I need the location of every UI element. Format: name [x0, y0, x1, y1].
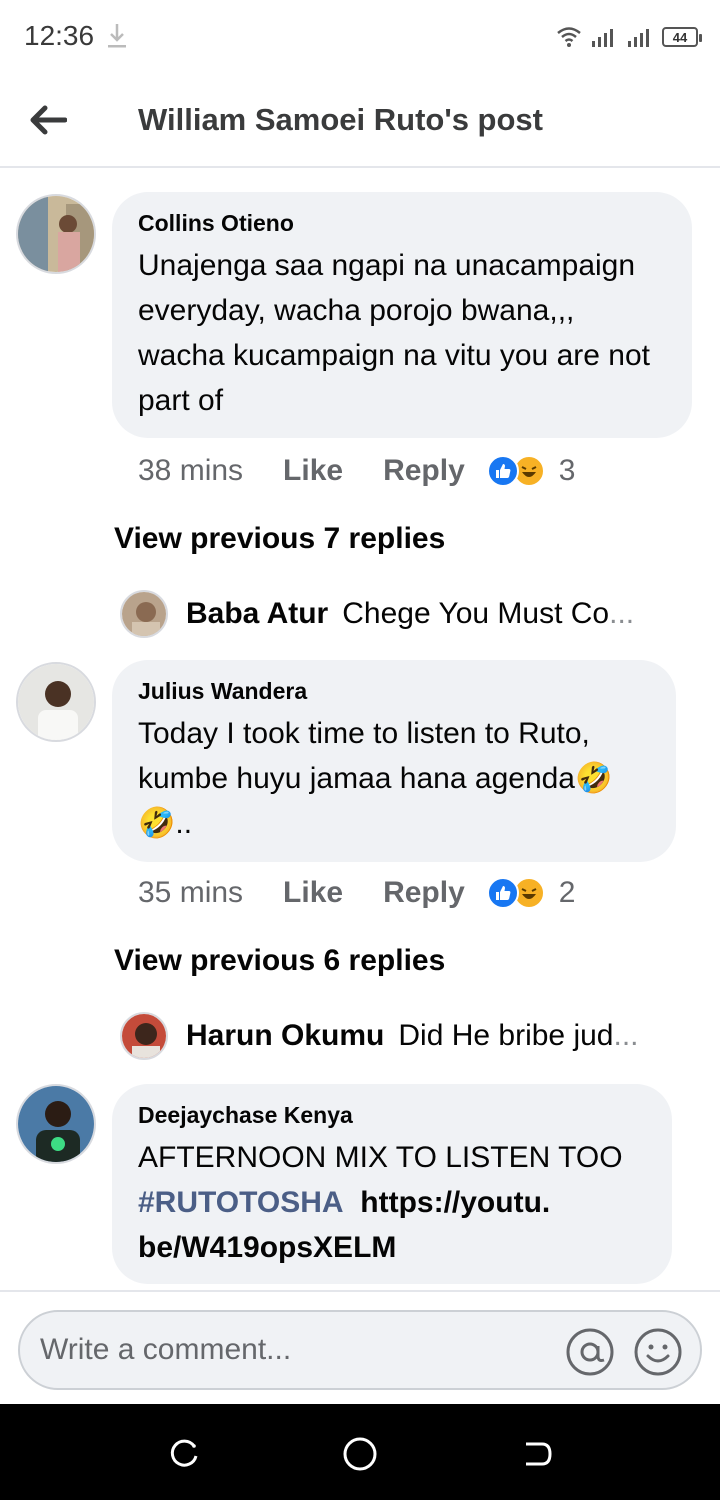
back-nav-icon[interactable] [516, 1434, 556, 1474]
smiley-icon[interactable] [632, 1326, 684, 1378]
avatar-photo [18, 196, 94, 272]
reply-preview: Did He bribe jud [398, 1019, 614, 1052]
status-indicators: 44 [556, 24, 702, 50]
download-icon [108, 24, 126, 48]
latest-reply[interactable]: Baba Atur Chege You Must Co... [120, 589, 634, 639]
view-previous-replies[interactable]: View previous 6 replies [114, 944, 445, 978]
system-nav-bar [0, 1404, 720, 1500]
reply-author: Harun Okumu [186, 1019, 385, 1052]
reply-button[interactable]: Reply [383, 876, 465, 910]
comment-text-main: Today I took time to listen to Ruto, kum… [138, 717, 590, 795]
avatar[interactable] [16, 194, 96, 274]
avatar-photo [18, 1086, 94, 1162]
reply-button[interactable]: Reply [383, 454, 465, 488]
youtube-link-cont[interactable]: be/W419opsXELM [138, 1225, 646, 1270]
like-button[interactable]: Like [283, 454, 343, 488]
comment-text-line1: AFTERNOON MIX TO LISTEN TOO [138, 1141, 623, 1174]
comment-bubble[interactable]: Deejaychase Kenya AFTERNOON MIX TO LISTE… [112, 1084, 672, 1284]
comment-text: Today I took time to listen to Ruto, kum… [138, 711, 650, 846]
signal-icon [592, 29, 613, 47]
youtube-link[interactable]: https://youtu. [360, 1186, 550, 1219]
comment-author[interactable]: Julius Wandera [138, 678, 650, 705]
comment-text-line2: #RUTOTOSHA https://youtu. [138, 1180, 646, 1225]
comment-time[interactable]: 35 mins [138, 876, 243, 910]
at-sign-icon[interactable] [564, 1326, 616, 1378]
reply-ellipsis: ... [613, 1019, 639, 1052]
comment-julius-wandera: Julius Wandera Today I took time to list… [0, 660, 720, 1070]
page-title: William Samoei Ruto's post [138, 102, 543, 137]
latest-reply[interactable]: Harun Okumu Did He bribe jud... [120, 1011, 639, 1061]
composer-box [18, 1310, 702, 1390]
comment-composer [0, 1290, 720, 1404]
comment-deejaychase-kenya: Deejaychase Kenya AFTERNOON MIX TO LISTE… [0, 1084, 720, 1290]
comment-bubble[interactable]: Collins Otieno Unajenga saa ngapi na una… [112, 192, 692, 438]
avatar-photo [18, 664, 94, 740]
like-reaction-icon [486, 877, 519, 909]
comment-text: Unajenga saa ngapi na unacampaign everyd… [138, 249, 650, 417]
comment-collins-otieno: Collins Otieno Unajenga saa ngapi na una… [0, 192, 720, 638]
back-arrow-icon [30, 105, 67, 135]
battery-level: 44 [672, 29, 688, 45]
status-time: 12:36 [24, 20, 95, 51]
comment-author[interactable]: Deejaychase Kenya [138, 1102, 646, 1129]
recent-apps-icon[interactable] [164, 1434, 204, 1474]
wifi-icon [557, 27, 581, 47]
hashtag-link[interactable]: #RUTOTOSHA [138, 1186, 344, 1219]
comment-bubble[interactable]: Julius Wandera Today I took time to list… [112, 660, 676, 862]
comment-author[interactable]: Collins Otieno [138, 210, 666, 237]
signal-icon-2 [628, 29, 649, 47]
battery-icon: 44 [662, 27, 702, 47]
comment-time[interactable]: 38 mins [138, 454, 243, 488]
reaction-count: 2 [558, 876, 576, 909]
back-button[interactable] [24, 96, 72, 144]
avatar[interactable] [16, 662, 96, 742]
reaction-count: 3 [558, 454, 576, 487]
write-comment-input[interactable] [40, 1326, 560, 1374]
reply-author: Baba Atur [186, 597, 329, 630]
reactions-summary[interactable] [486, 455, 545, 487]
avatar[interactable] [16, 1084, 96, 1164]
reply-preview: Chege You Must Co [342, 597, 610, 630]
view-previous-replies[interactable]: View previous 7 replies [114, 522, 445, 556]
reply-avatar [120, 1012, 168, 1060]
reactions-summary[interactable] [486, 877, 545, 909]
home-icon[interactable] [340, 1434, 380, 1474]
reply-ellipsis: ... [609, 597, 635, 630]
reply-avatar [120, 590, 168, 638]
post-header: William Samoei Ruto's post [0, 76, 720, 168]
status-bar: 12:36 44 [0, 0, 720, 76]
comment-actions: 35 mins Like Reply 2 [138, 876, 575, 910]
comment-actions: 38 mins Like Reply 3 [138, 454, 575, 488]
like-reaction-icon [486, 455, 519, 487]
like-button[interactable]: Like [283, 876, 343, 910]
